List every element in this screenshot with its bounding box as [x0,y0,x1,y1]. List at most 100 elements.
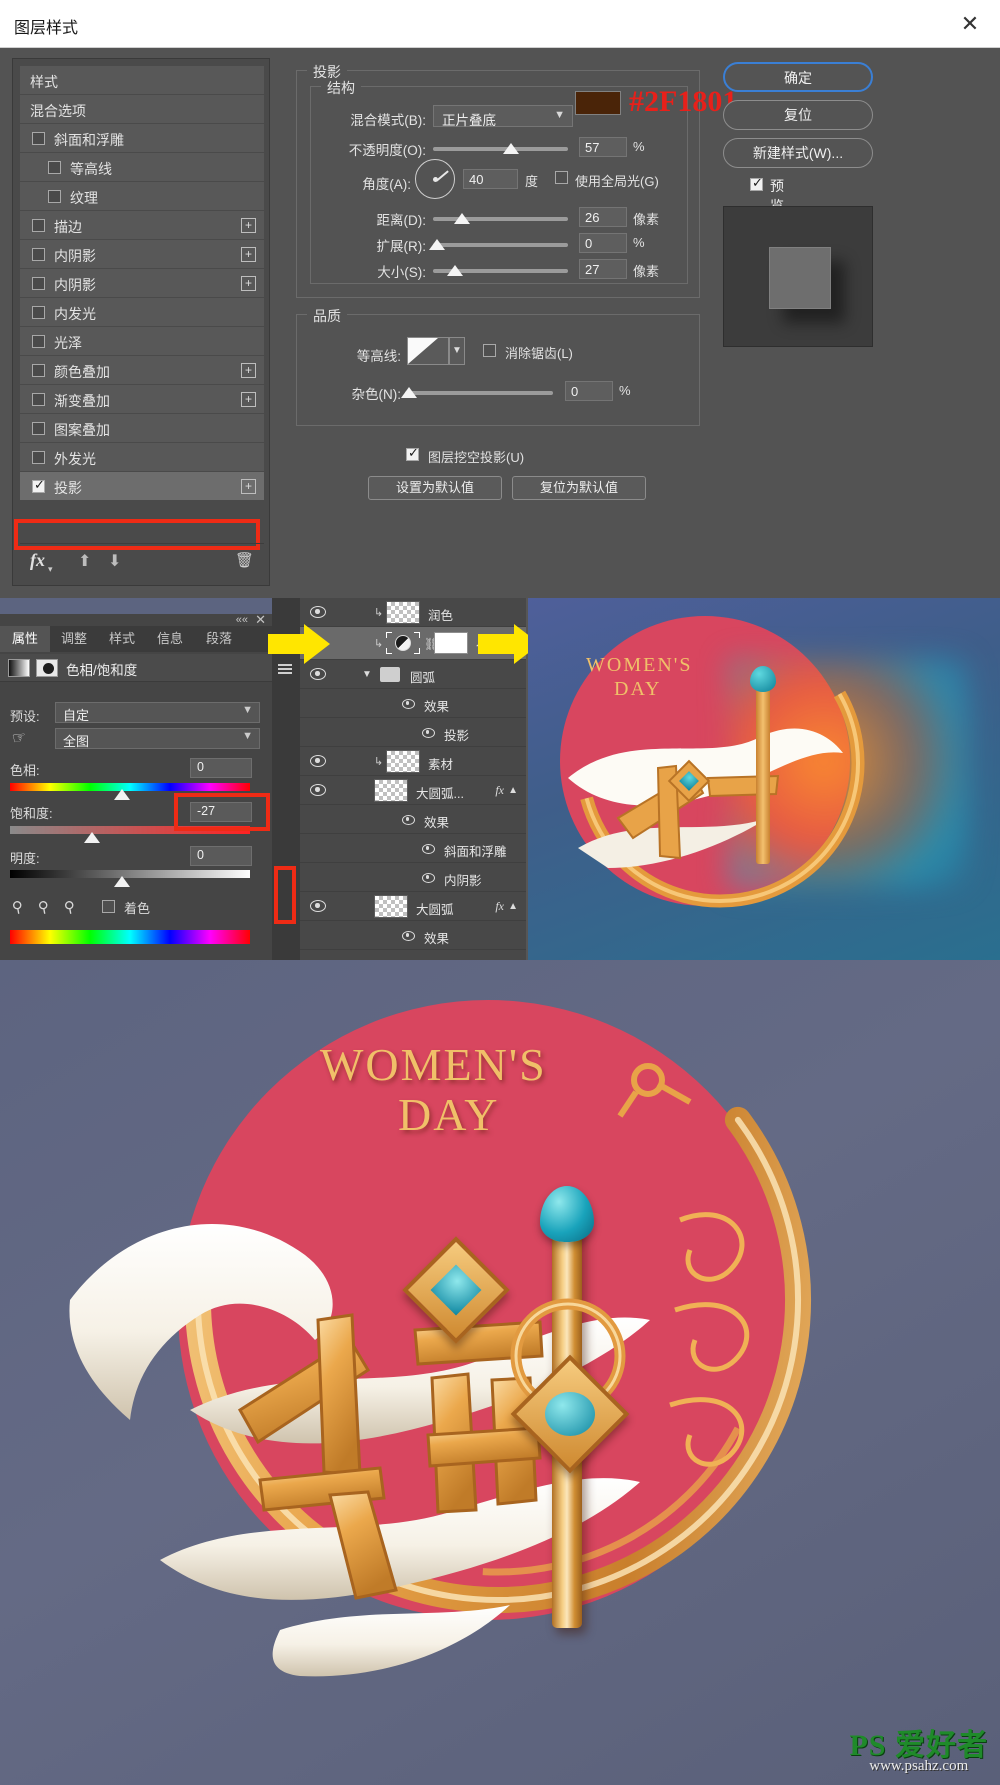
blend-mode-select[interactable]: 正片叠底 ▼ [433,105,573,128]
checkbox[interactable] [32,477,45,493]
eye-icon[interactable] [402,815,415,825]
knockout-checkbox[interactable] [406,445,419,461]
style-item-drop-shadow[interactable]: 投影 + [20,472,264,501]
table-row[interactable]: 投影 [300,718,526,747]
down-arrow-icon[interactable]: ⬇ [108,551,121,571]
spread-input[interactable]: 0 [579,233,627,253]
eye-icon[interactable] [310,755,326,767]
contour-preset-swatch[interactable] [407,337,449,365]
style-item-texture[interactable]: 纹理 [20,182,264,211]
colorize-checkbox[interactable] [102,900,115,913]
fx-icon[interactable]: fx [30,550,45,571]
noise-slider-knob[interactable] [401,387,417,398]
tab-info[interactable]: 信息 [146,626,194,652]
table-row[interactable]: 效果 [300,921,526,950]
checkbox[interactable] [48,190,61,203]
checkbox[interactable] [32,364,45,377]
fx-icon[interactable]: fx [495,783,504,798]
style-item-inner-glow[interactable]: 内发光 [20,298,264,327]
noise-slider[interactable] [405,391,553,395]
style-item-stroke[interactable]: 描边 + [20,211,264,240]
opacity-slider[interactable] [433,147,568,151]
distance-input[interactable]: 26 [579,207,627,227]
trash-icon[interactable]: 🗑 [235,551,254,569]
add-icon[interactable]: + [241,218,256,233]
fx-dropdown-icon[interactable]: ▾ [48,564,53,575]
range-select[interactable]: 全图 ▼ [55,728,260,749]
style-item-bevel-emboss[interactable]: 斜面和浮雕 [20,124,264,153]
checkbox[interactable] [32,451,45,464]
angle-dial[interactable] [415,159,455,199]
eye-icon[interactable] [310,606,326,618]
style-item-satin[interactable]: 光泽 [20,327,264,356]
eye-icon[interactable] [310,900,326,912]
add-icon[interactable]: + [241,363,256,378]
checkbox[interactable] [32,393,45,406]
table-row[interactable]: 效果 [300,689,526,718]
checkbox[interactable] [48,161,61,174]
table-row[interactable]: 大圆弧 fx ▲ [300,892,526,921]
opacity-input[interactable]: 57 [579,137,627,157]
new-style-button[interactable]: 新建样式(W)... [723,138,873,168]
checkbox[interactable] [32,306,45,319]
table-row[interactable]: 内阴影 [300,863,526,892]
eye-icon[interactable] [422,873,435,883]
eyedropper-subtract-icon[interactable]: ⚲ [63,897,77,917]
table-row[interactable]: 效果 [300,805,526,834]
targeted-adjust-icon[interactable]: ☞ [10,727,28,749]
preview-checkbox[interactable] [750,175,763,191]
reset-default-button[interactable]: 复位为默认值 [512,476,646,500]
style-item-pattern-overlay[interactable]: 图案叠加 [20,414,264,443]
spread-slider[interactable] [433,243,568,247]
chevron-down-icon[interactable]: ▼ [362,669,372,680]
tab-adjustments[interactable]: 调整 [50,626,98,652]
opacity-slider-knob[interactable] [503,143,519,154]
style-item-color-overlay[interactable]: 颜色叠加 + [20,356,264,385]
ok-button[interactable]: 确定 [723,62,873,92]
checkbox[interactable] [32,422,45,435]
antialias-checkbox[interactable] [483,344,496,357]
checkbox[interactable] [32,335,45,348]
shadow-color-swatch[interactable] [575,91,621,115]
collapse-icon[interactable]: «« [236,614,248,626]
hue-slider[interactable] [10,783,250,791]
style-item-outer-glow[interactable]: 外发光 [20,443,264,472]
tab-paragraph[interactable]: 段落 [194,626,244,652]
spread-slider-knob[interactable] [429,239,445,250]
size-slider-knob[interactable] [447,265,463,276]
chevron-up-icon[interactable]: ▲ [508,901,518,912]
eye-icon[interactable] [402,931,415,941]
size-input[interactable]: 27 [579,259,627,279]
style-item-inner-shadow[interactable]: 内阴影 + [20,240,264,269]
table-row[interactable]: 大圆弧... fx ▲ [300,776,526,805]
table-row[interactable]: ↳ 素材 [300,747,526,776]
styles-item-blending-options[interactable]: 混合选项 [20,95,264,124]
set-default-button[interactable]: 设置为默认值 [368,476,502,500]
eyedropper-add-icon[interactable]: ⚲ [37,897,51,917]
use-global-light-checkbox[interactable] [555,171,568,184]
add-icon[interactable]: + [241,276,256,291]
checkbox[interactable] [32,132,45,145]
lightness-input[interactable]: 0 [190,846,252,866]
style-item-inner-shadow-2[interactable]: 内阴影 + [20,269,264,298]
lightness-slider[interactable] [10,870,250,878]
tab-styles[interactable]: 样式 [98,626,146,652]
eye-icon[interactable] [310,668,326,680]
noise-input[interactable]: 0 [565,381,613,401]
panel-drag-bar[interactable] [0,598,272,614]
up-arrow-icon[interactable]: ⬆ [78,551,91,571]
saturation-slider-knob[interactable] [84,832,100,843]
checkbox[interactable] [32,277,45,290]
eye-icon[interactable] [422,844,435,854]
tab-properties[interactable]: 属性 [0,626,50,652]
eye-icon[interactable] [310,784,326,796]
reset-button[interactable]: 复位 [723,100,873,130]
eye-icon[interactable] [402,699,415,709]
styles-item-styles[interactable]: 样式 [20,66,264,95]
hue-input[interactable]: 0 [190,758,252,778]
style-item-gradient-overlay[interactable]: 渐变叠加 + [20,385,264,414]
distance-slider-knob[interactable] [454,213,470,224]
lightness-slider-knob[interactable] [114,876,130,887]
eyedropper-icon[interactable]: ⚲ [11,897,25,917]
eye-icon[interactable] [422,728,435,738]
